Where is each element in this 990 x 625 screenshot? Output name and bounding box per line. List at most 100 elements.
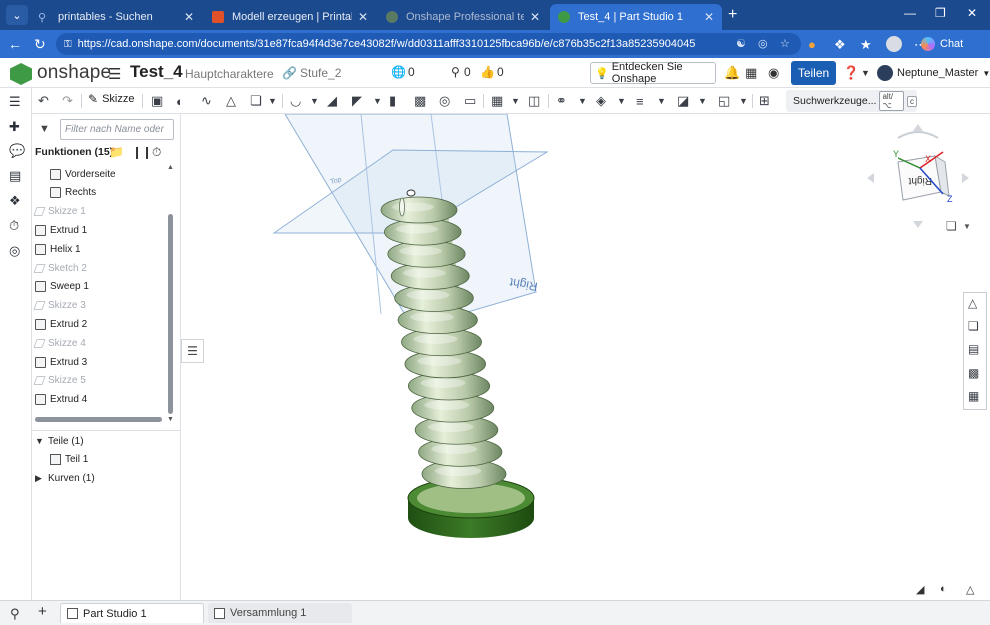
browser-tab-search[interactable]: ⚲ printables - Suchen ✕ — [30, 4, 202, 30]
feature-item-plane[interactable]: Rechts — [50, 184, 96, 202]
back-arrow-icon[interactable]: ← — [8, 36, 22, 52]
cube-arrow-up-icon[interactable] — [913, 124, 923, 131]
feature-item-sketch[interactable]: Skizze 5 — [33, 372, 86, 390]
add-custom-feature-icon[interactable]: ⊞ — [759, 92, 770, 110]
scroll-up-arrow-icon[interactable]: ▲ — [167, 164, 174, 171]
variable-icon[interactable]: ≡ — [636, 92, 644, 110]
feature-list-hscrollbar[interactable] — [35, 417, 162, 422]
cube-arrow-down-icon[interactable] — [913, 221, 923, 228]
boolean-icon[interactable]: ⚭ — [556, 92, 567, 110]
chevron-down-icon[interactable]: ▼ — [963, 222, 971, 231]
brand-name[interactable]: onshape — [37, 62, 111, 84]
document-branch[interactable]: Hauptcharaktere — [185, 67, 274, 81]
tab-part-studio-1[interactable]: Part Studio 1 — [60, 603, 204, 623]
feature-list-icon[interactable]: ☰ — [9, 94, 21, 110]
measure-icon[interactable]: ◐ — [940, 583, 947, 595]
feature-filter-input[interactable]: Filter nach Name oder — [60, 119, 174, 140]
extrude-icon[interactable]: ▣ — [151, 92, 163, 110]
search-tools-field[interactable]: Suchwerkzeuge... alt/⌥ c — [786, 90, 917, 112]
feature-item-sketch[interactable]: Skizze 1 — [33, 203, 86, 221]
parts-group[interactable]: ▼ Teile (1) — [35, 432, 84, 450]
learning-center-icon[interactable]: ◉ — [768, 65, 779, 81]
mate-connector-icon[interactable]: ▭ — [464, 92, 476, 110]
version-stage[interactable]: Stufe_2 — [300, 66, 341, 80]
part-item[interactable]: Teil 1 — [50, 450, 88, 468]
redo-icon[interactable]: ↷ — [62, 92, 73, 110]
chevron-down-icon[interactable]: ▼ — [657, 92, 666, 110]
undo-icon[interactable]: ↶ — [38, 92, 49, 110]
chevron-down-icon[interactable]: ▼ — [511, 92, 520, 110]
feature-item-plane[interactable]: Vorderseite — [50, 165, 116, 183]
section-view-icon[interactable]: ◢ — [916, 583, 924, 596]
feature-item-sketch[interactable]: Sketch 2 — [33, 259, 87, 277]
mirror-icon[interactable]: ◫ — [528, 92, 540, 110]
curves-group[interactable]: ▶ Kurven (1) — [35, 469, 95, 487]
extensions-puzzle-icon[interactable]: ❖ — [834, 37, 846, 53]
feature-item-sketch[interactable]: Skizze 3 — [33, 297, 86, 315]
hamburger-menu-icon[interactable]: ☰ — [108, 65, 121, 83]
search-documents-icon[interactable]: ⚲ — [10, 606, 20, 622]
inspect-icon[interactable]: ◎ — [9, 243, 20, 259]
chevron-down-icon[interactable]: ▼ — [739, 92, 748, 110]
feature-item-extrude[interactable]: Extrud 4 — [35, 391, 87, 409]
extension-orange-icon[interactable]: ● — [808, 37, 816, 52]
parts-panel-icon[interactable]: ❏ — [968, 319, 979, 333]
draft-icon[interactable]: ◤ — [352, 92, 362, 110]
hole-icon[interactable]: ◎ — [439, 92, 450, 110]
thicken-icon[interactable]: ❏ — [250, 92, 262, 110]
graphics-viewport[interactable]: Top Right Right X Y Z ❏ ▼ — [181, 114, 990, 600]
appearance-icon[interactable]: ❖ — [9, 193, 21, 209]
cube-arrow-left-icon[interactable] — [867, 173, 874, 183]
favorite-star-icon[interactable]: ☆ — [780, 37, 790, 50]
chevron-down-icon[interactable]: ▼ — [268, 92, 277, 110]
profile-avatar[interactable] — [886, 36, 902, 52]
comments-icon[interactable]: 💬 — [9, 143, 25, 159]
feature-list-toggle-icon[interactable]: ☰ — [181, 339, 204, 363]
revolve-icon[interactable]: ◐ — [176, 92, 184, 110]
chevron-down-icon[interactable]: ▼ — [617, 92, 626, 110]
add-tab-plus-icon[interactable]: + — [38, 603, 47, 620]
globe-icon[interactable]: 🌐 — [391, 65, 406, 79]
top-hole[interactable] — [406, 189, 416, 197]
notes-icon[interactable]: ▤ — [9, 168, 21, 184]
chevron-down-icon[interactable]: ▼ — [373, 92, 382, 110]
sketch-button[interactable]: ✎ Skizze — [88, 92, 134, 106]
add-folder-icon[interactable]: 📁 — [109, 145, 124, 159]
feature-item-extrude[interactable]: Extrud 3 — [35, 353, 87, 371]
plane-icon[interactable]: ◈ — [596, 92, 606, 110]
feature-item-extrude[interactable]: Extrud 2 — [35, 315, 87, 333]
tab-assembly-1[interactable]: Versammlung 1 — [208, 603, 352, 623]
appearance-panel-icon[interactable]: △ — [968, 296, 977, 310]
favorites-icon[interactable]: ★ — [860, 37, 872, 53]
close-icon[interactable]: ✕ — [530, 10, 540, 24]
pattern-icon[interactable]: ▦ — [491, 92, 503, 110]
rotate-arrow-top-icon[interactable] — [897, 131, 939, 139]
link-icon[interactable]: 🔗 — [282, 66, 297, 80]
feature-list-scrollbar[interactable] — [168, 214, 173, 414]
insert-icon[interactable]: ✚ — [9, 119, 20, 135]
rollback-timer-icon[interactable]: ⏱ — [152, 145, 161, 160]
browser-tab-printables[interactable]: Modell erzeugen | Printables.com ✕ — [204, 4, 376, 30]
share-button[interactable]: Teilen — [791, 61, 836, 85]
document-title[interactable]: Test_4 — [130, 62, 183, 82]
reload-icon[interactable]: ↻ — [34, 36, 46, 53]
thumbs-up-icon[interactable]: 👍 — [480, 65, 495, 79]
chevron-down-icon[interactable]: ▼ — [698, 92, 707, 110]
loft-icon[interactable]: △ — [226, 92, 236, 110]
minimize-icon[interactable]: — — [904, 6, 916, 20]
chat-button[interactable]: Chat — [940, 38, 963, 50]
chevron-down-icon[interactable]: ▼ — [310, 92, 319, 110]
configurations-icon[interactable]: ▤ — [968, 342, 979, 356]
fillet-icon[interactable]: ◡ — [290, 92, 301, 110]
copilot-icon[interactable] — [921, 37, 935, 51]
feature-item-extrude[interactable]: Extrud 1 — [35, 221, 87, 239]
split-icon[interactable]: ◪ — [677, 92, 689, 110]
window-close-icon[interactable]: ✕ — [967, 6, 977, 20]
chevron-down-icon[interactable]: ▼ — [578, 92, 587, 110]
feature-item-sweep[interactable]: Sweep 1 — [35, 278, 89, 296]
pin-icon[interactable]: ⚲ — [451, 65, 460, 79]
rib-icon[interactable]: ▮ — [389, 92, 396, 110]
close-icon[interactable]: ✕ — [358, 10, 368, 24]
render-icon[interactable]: △ — [966, 583, 974, 596]
named-views-icon[interactable]: ▩ — [968, 366, 979, 380]
